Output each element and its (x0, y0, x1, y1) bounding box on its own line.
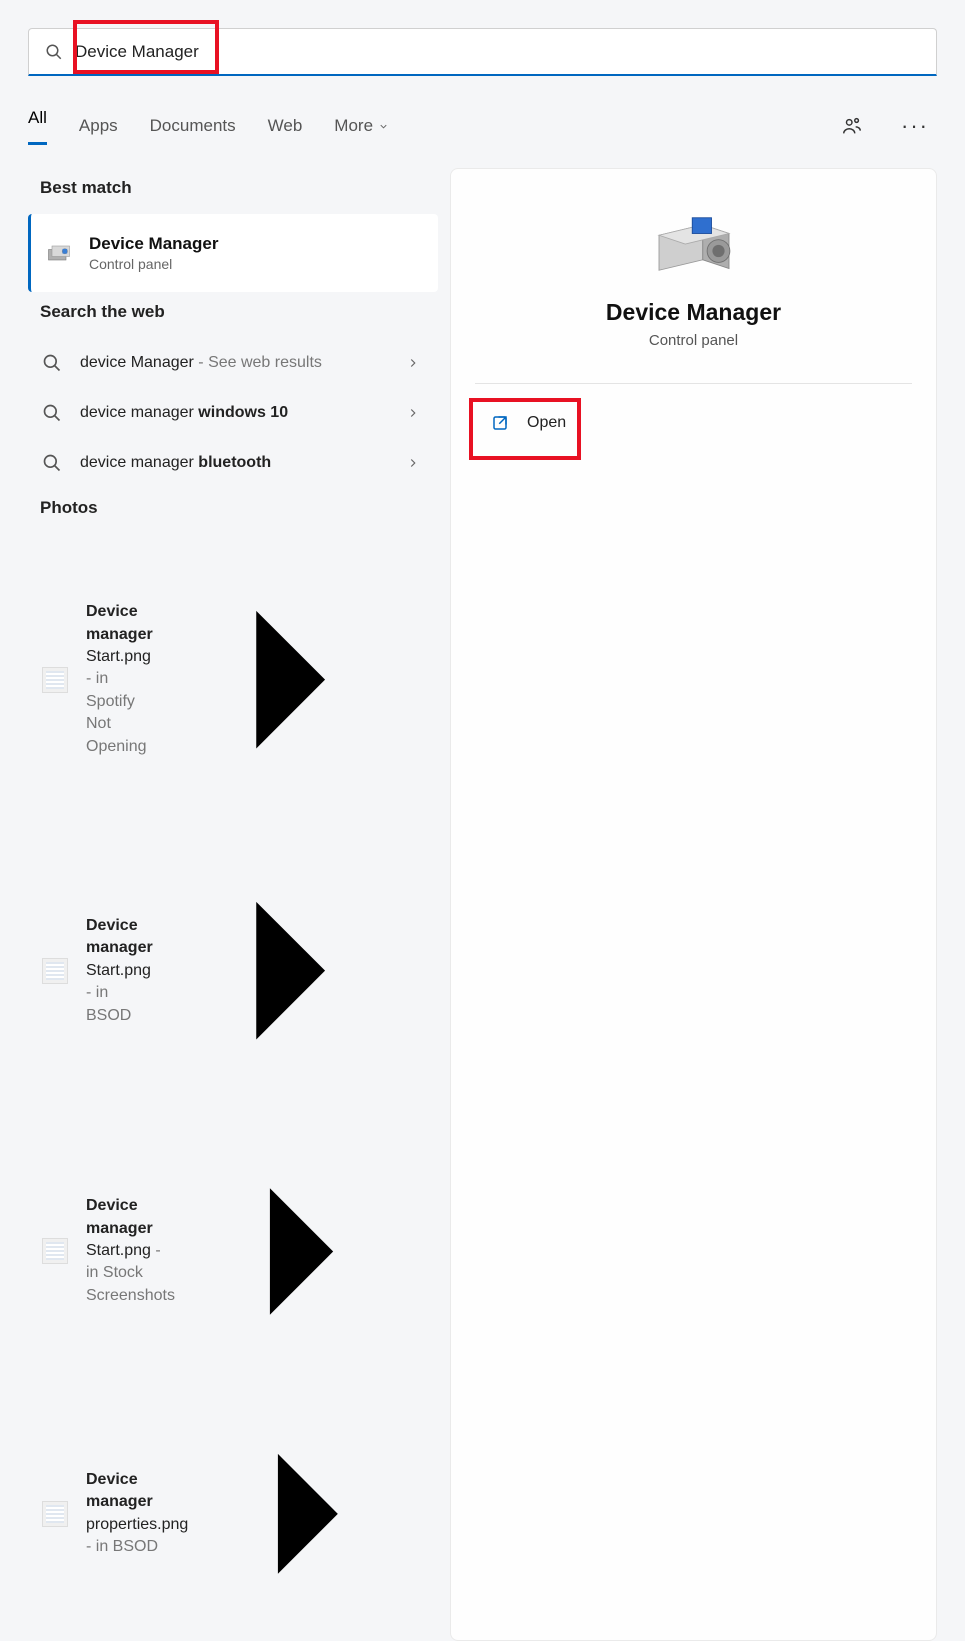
photo-0-bold: Device manager (86, 603, 153, 642)
photo-thumbnail (42, 1501, 68, 1527)
search-icon (42, 453, 62, 473)
photo-1-rest: Start.png (86, 962, 151, 979)
web-result-2[interactable]: device manager bluetooth (28, 438, 438, 488)
web-result-0-text: device Manager (80, 354, 194, 371)
search-icon (42, 403, 62, 423)
separator (475, 383, 912, 384)
best-match-title: Device Manager (89, 234, 218, 254)
chevron-right-icon (188, 1394, 428, 1634)
device-manager-large-icon (649, 209, 739, 279)
search-icon (42, 353, 62, 373)
photo-3-bold: Device manager (86, 1471, 153, 1510)
section-search-web: Search the web (40, 302, 438, 322)
photo-result-0[interactable]: Device manager Start.png - in Spotify No… (28, 534, 438, 825)
photo-0-loc: - in Spotify Not Opening (86, 670, 147, 754)
section-photos: Photos (40, 498, 438, 518)
detail-title: Device Manager (475, 299, 912, 326)
photo-1-loc: - in BSOD (86, 984, 131, 1023)
photo-2-bold: Device manager (86, 1197, 153, 1236)
photo-3-rest: properties.png (86, 1516, 188, 1533)
web-result-1-prefix: device manager (80, 404, 198, 421)
best-match-item[interactable]: Device Manager Control panel (28, 214, 438, 292)
device-manager-icon (45, 239, 73, 267)
open-button[interactable]: Open (475, 404, 582, 442)
web-result-0-suffix: - See web results (194, 354, 322, 371)
photo-1-bold: Device manager (86, 917, 153, 956)
tab-more[interactable]: More (334, 116, 389, 136)
chevron-right-icon (153, 542, 428, 817)
photo-2-rest: Start.png (86, 1242, 151, 1259)
tab-documents[interactable]: Documents (150, 116, 236, 136)
search-box[interactable]: Device Manager (28, 28, 937, 76)
open-external-icon (491, 414, 509, 432)
web-result-2-prefix: device manager (80, 454, 198, 471)
section-best-match: Best match (40, 178, 438, 198)
best-match-subtitle: Control panel (89, 256, 218, 272)
search-input[interactable]: Device Manager (75, 42, 920, 62)
photo-result-2[interactable]: Device manager Start.png - in Stock Scre… (28, 1117, 438, 1386)
web-result-0[interactable]: device Manager - See web results (28, 338, 438, 388)
photo-result-1[interactable]: Device manager Start.png - in BSOD (28, 825, 438, 1116)
photo-0-rest: Start.png (86, 648, 151, 665)
tab-more-label: More (334, 116, 373, 136)
chevron-right-icon (406, 406, 420, 420)
photo-3-loc: - in BSOD (86, 1538, 158, 1555)
open-label: Open (527, 414, 566, 432)
more-options-icon[interactable]: ··· (901, 115, 929, 137)
tab-all[interactable]: All (28, 108, 47, 145)
chevron-right-icon (406, 456, 420, 470)
chevron-down-icon (378, 121, 389, 132)
search-icon (45, 43, 63, 61)
tab-web[interactable]: Web (268, 116, 303, 136)
detail-subtitle: Control panel (475, 332, 912, 349)
photo-thumbnail (42, 1238, 68, 1264)
photo-thumbnail (42, 958, 68, 984)
chevron-right-icon (406, 356, 420, 370)
photo-thumbnail (42, 667, 68, 693)
tabs-row: All Apps Documents Web More ··· (28, 112, 937, 140)
photo-result-3[interactable]: Device manager properties.png - in BSOD (28, 1386, 438, 1641)
web-result-1[interactable]: device manager windows 10 (28, 388, 438, 438)
chevron-right-icon (175, 1125, 428, 1378)
web-result-2-bold: bluetooth (198, 454, 271, 471)
tab-apps[interactable]: Apps (79, 116, 118, 136)
web-result-1-bold: windows 10 (198, 404, 288, 421)
people-icon[interactable] (841, 115, 863, 137)
chevron-right-icon (153, 833, 428, 1108)
